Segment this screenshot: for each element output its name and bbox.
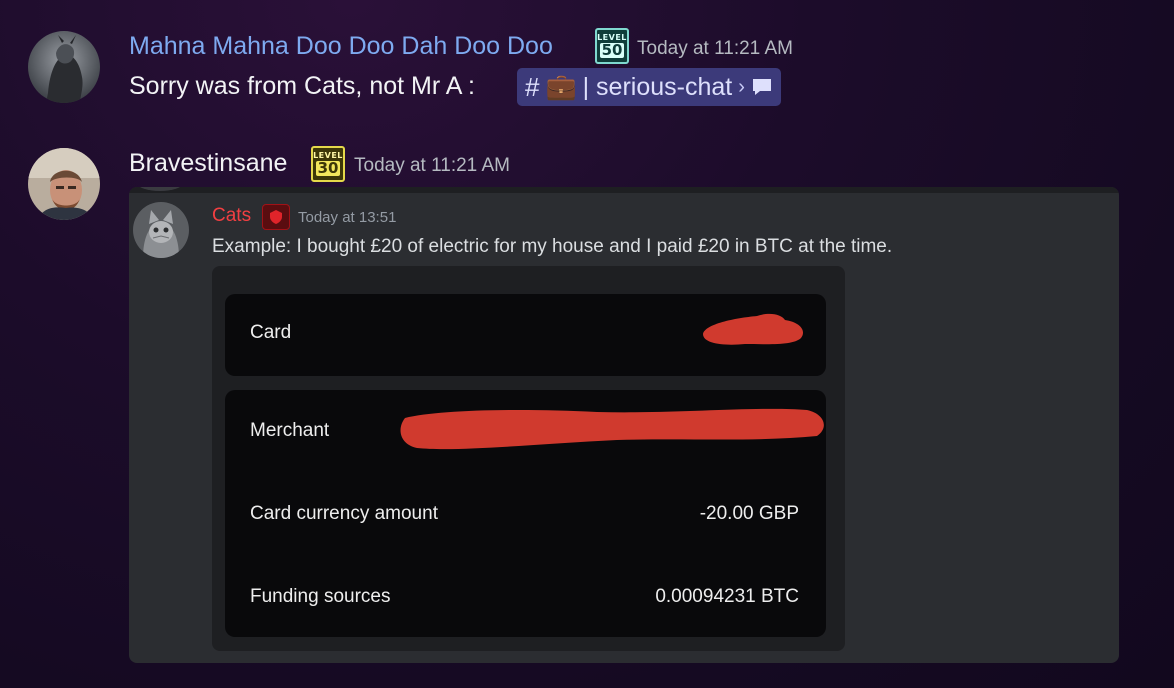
card-label: Card: [250, 322, 292, 343]
transaction-details-panel: Merchant ..ELLFAL Card currency amount -…: [225, 390, 826, 637]
quoted-avatar: [133, 202, 189, 258]
badge-value: 30: [315, 159, 341, 177]
timestamp[interactable]: Today at 11:21 AM: [354, 155, 510, 177]
quoted-timestamp: Today at 13:51: [298, 209, 397, 226]
cropped-edge: [129, 187, 1119, 193]
quoted-text: Example: I bought £20 of electric for my…: [212, 236, 893, 257]
card-panel: Card: [225, 294, 826, 376]
hash-icon: #: [525, 71, 540, 102]
row-value: 0.00094231 BTC: [655, 586, 799, 607]
chevron-right-icon: ›: [738, 75, 745, 98]
receipt-screenshot: Card Merchant ..ELLFAL Card currency amo…: [212, 266, 845, 651]
row-label: Funding sources: [250, 586, 391, 607]
username[interactable]: Mahna Mahna Doo Doo Dah Doo Doo: [129, 32, 553, 61]
channel-name: | serious-chat: [582, 72, 733, 101]
username[interactable]: Bravestinsane: [129, 149, 287, 178]
quoted-username: Cats: [212, 205, 252, 226]
channel-mention-link[interactable]: # 💼 | serious-chat ›: [517, 68, 781, 106]
image-attachment[interactable]: Cats Today at 13:51 Example: I bought £2…: [129, 187, 1119, 663]
card-number-redaction: [703, 313, 804, 345]
user-avatar-bravestinsane[interactable]: [28, 148, 100, 220]
merchant-name-redaction: [400, 408, 824, 450]
shield-role-icon: [262, 204, 290, 230]
chat-bubble-icon: [751, 77, 773, 97]
level-30-badge-icon: LEVEL 30: [311, 146, 345, 182]
badge-value: 50: [599, 41, 625, 59]
row-value: -20.00 GBP: [699, 503, 799, 524]
timestamp[interactable]: Today at 11:21 AM: [637, 38, 793, 60]
merchant-label: Merchant: [250, 420, 330, 441]
message-text: Sorry was from Cats, not Mr A :: [129, 72, 475, 100]
briefcase-emoji-icon: 💼: [545, 72, 577, 101]
user-avatar-mahna[interactable]: [28, 31, 100, 103]
row-label: Card currency amount: [250, 503, 438, 524]
level-50-badge-icon: LEVEL 50: [595, 28, 629, 64]
